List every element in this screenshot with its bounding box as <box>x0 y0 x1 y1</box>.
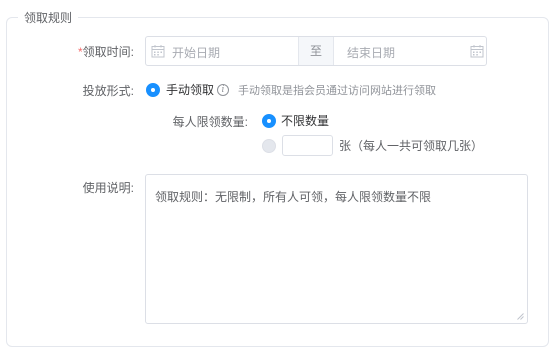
delivery-hint: 手动领取是指会员通过访问网站进行领取 <box>238 85 436 97</box>
limit-label: 每人限领数量: <box>172 115 248 129</box>
limit-quantity-input[interactable] <box>282 135 333 156</box>
section-title: 领取规则 <box>18 9 79 26</box>
manual-claim-label[interactable]: 手动领取 <box>166 83 214 97</box>
range-separator: 至 <box>298 37 334 65</box>
start-date-input[interactable]: 开始日期 <box>172 44 220 61</box>
time-label: *领取时间: <box>78 44 134 60</box>
unlimited-label[interactable]: 不限数量 <box>281 114 329 128</box>
time-label-text: 领取时间: <box>82 45 135 59</box>
end-date-input[interactable]: 结束日期 <box>347 44 395 61</box>
date-range-picker[interactable]: 开始日期 至 结束日期 <box>145 36 487 66</box>
usage-label: 使用说明: <box>82 181 134 195</box>
unlimited-radio[interactable] <box>262 114 276 128</box>
calendar-icon[interactable] <box>151 44 165 58</box>
limit-unit-note: 张（每人一共可领取几张） <box>339 139 484 153</box>
manual-claim-radio[interactable] <box>146 83 160 97</box>
calendar-icon[interactable] <box>470 44 484 58</box>
usage-text: 领取规则：无限制，所有人可领，每人限领数量不限 <box>155 190 432 204</box>
resize-handle-icon[interactable] <box>517 313 524 320</box>
limited-radio[interactable] <box>262 139 276 153</box>
usage-textarea[interactable]: 领取规则：无限制，所有人可领，每人限领数量不限 <box>145 174 528 324</box>
delivery-label: 投放形式: <box>82 84 134 98</box>
info-icon: i <box>217 84 229 96</box>
